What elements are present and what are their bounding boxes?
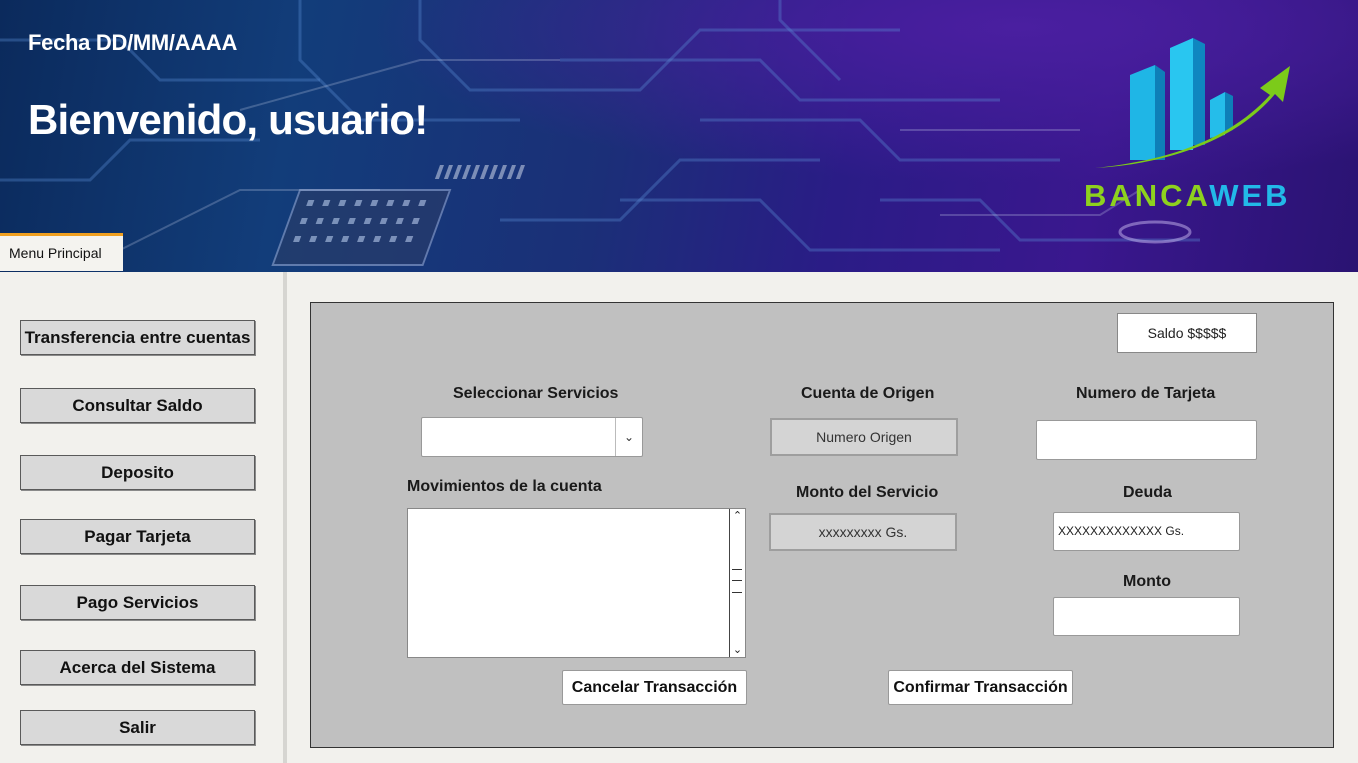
chevron-up-icon[interactable]: ⌃	[730, 509, 745, 523]
origin-account-field: Numero Origen	[770, 418, 958, 456]
pagar-tarjeta-button[interactable]: Pagar Tarjeta	[20, 519, 255, 554]
card-number-label: Numero de Tarjeta	[1076, 385, 1216, 402]
confirm-transaction-button[interactable]: Confirmar Transacción	[888, 670, 1073, 705]
header-banner: Fecha DD/MM/AAAA Bienvenido, usuario! BA…	[0, 0, 1358, 272]
services-select[interactable]: ⌄	[421, 417, 643, 457]
tab-menu-principal[interactable]: Menu Principal	[0, 233, 123, 271]
date-label: Fecha DD/MM/AAAA	[28, 30, 238, 55]
sidebar: Transferencia entre cuentas Consultar Sa…	[0, 272, 284, 763]
service-payment-panel: Saldo $$$$$ Seleccionar Servicios ⌄ Cuen…	[310, 302, 1334, 748]
amount-label: Monto	[1123, 573, 1171, 590]
sidebar-divider	[283, 272, 287, 763]
movements-scrollbar[interactable]: ⌃ ⌄	[729, 509, 745, 657]
services-label: Seleccionar Servicios	[453, 385, 619, 402]
logo-text-banca: BANCA	[1084, 178, 1210, 213]
consultar-saldo-button[interactable]: Consultar Saldo	[20, 388, 255, 423]
bancaweb-logo-icon	[1095, 38, 1290, 168]
chevron-down-icon[interactable]: ⌄	[730, 643, 745, 657]
scroll-grip[interactable]	[732, 569, 742, 593]
transferencia-button[interactable]: Transferencia entre cuentas	[20, 320, 255, 355]
chevron-down-icon[interactable]: ⌄	[615, 418, 642, 456]
origin-account-label: Cuenta de Origen	[801, 385, 935, 402]
acerca-del-sistema-button[interactable]: Acerca del Sistema	[20, 650, 255, 685]
salir-button[interactable]: Salir	[20, 710, 255, 745]
card-number-input[interactable]	[1036, 420, 1257, 460]
debt-field: XXXXXXXXXXXXX Gs.	[1053, 512, 1240, 551]
logo-text-web: WEB	[1209, 178, 1291, 213]
saldo-display: Saldo $$$$$	[1117, 313, 1257, 353]
service-amount-label: Monto del Servicio	[796, 484, 939, 501]
pago-servicios-button[interactable]: Pago Servicios	[20, 585, 255, 620]
movements-label: Movimientos de la cuenta	[407, 478, 602, 495]
movements-textarea[interactable]: ⌃ ⌄	[407, 508, 746, 658]
bancaweb-logo-text: BANCAWEB	[1084, 178, 1291, 214]
debt-label: Deuda	[1123, 484, 1172, 501]
amount-input[interactable]	[1053, 597, 1240, 636]
service-amount-field: xxxxxxxxx Gs.	[769, 513, 957, 551]
cancel-transaction-button[interactable]: Cancelar Transacción	[562, 670, 747, 705]
deposito-button[interactable]: Deposito	[20, 455, 255, 490]
welcome-title: Bienvenido, usuario!	[28, 96, 428, 143]
